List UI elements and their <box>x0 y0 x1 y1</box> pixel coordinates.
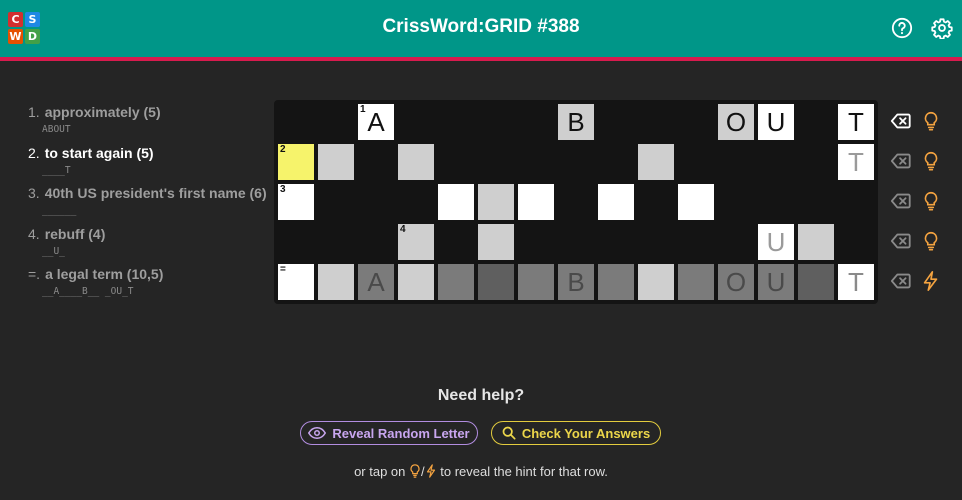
cell-letter: T <box>848 106 864 137</box>
grid-cell[interactable]: = <box>278 264 314 300</box>
help-footer: or tap on / to reveal the hint for that … <box>354 464 608 479</box>
cell-letter: U <box>766 106 786 137</box>
grid-cell[interactable]: B <box>558 104 594 140</box>
grid-cell[interactable]: T <box>838 104 874 140</box>
bulb-icon[interactable] <box>920 110 942 132</box>
cell-letter: T <box>848 146 864 177</box>
grid-cell[interactable] <box>598 264 634 300</box>
grid-cell[interactable]: U <box>758 104 794 140</box>
clue-pattern: ____T <box>42 164 71 176</box>
grid-cell[interactable]: 4 <box>398 224 434 260</box>
grid-cell[interactable] <box>518 184 554 220</box>
grid-cell[interactable]: O <box>718 104 754 140</box>
clue-item[interactable]: 4. rebuff (4) __U_ <box>28 226 268 267</box>
cell-letter: A <box>367 266 385 297</box>
grid-cell[interactable] <box>398 144 434 180</box>
grid-cell[interactable] <box>318 144 354 180</box>
bulb-icon[interactable] <box>920 230 942 252</box>
clue-list: 1. approximately (5) ABOUT 2. to start again… <box>28 104 268 307</box>
clue-text: a legal term (10,5) <box>45 266 164 282</box>
grid-cell[interactable] <box>438 264 474 300</box>
cell-letter: O <box>725 266 747 297</box>
clue-number: =. <box>28 266 41 282</box>
clue-item[interactable]: 3. 40th US president's first name (6) ____… <box>28 185 268 226</box>
clue-text: rebuff (4) <box>44 225 106 242</box>
header-bar: CSWD CrissWord:GRID #388 <box>0 0 962 61</box>
clear-icon[interactable] <box>890 150 912 172</box>
grid-cell[interactable]: T <box>838 144 874 180</box>
grid-cell[interactable] <box>638 264 674 300</box>
grid-cell[interactable]: U <box>758 224 794 260</box>
grid-cell[interactable] <box>598 184 634 220</box>
grid-cell[interactable]: 2 <box>278 144 314 180</box>
clue-number: 4. <box>28 225 40 242</box>
grid-cell[interactable]: 1A <box>358 104 394 140</box>
clue-text: approximately (5) <box>44 104 161 120</box>
check-answers-button[interactable]: Check Your Answers <box>491 421 661 445</box>
grid-cell[interactable]: A <box>358 264 394 300</box>
bolt-icon[interactable] <box>920 270 942 292</box>
bolt-icon <box>426 464 435 478</box>
clue-text: to start again (5) <box>44 144 154 161</box>
clue-number: 2. <box>28 144 40 161</box>
grid-cell[interactable] <box>518 264 554 300</box>
grid-cell[interactable] <box>438 184 474 220</box>
cell-number: 3 <box>280 184 286 195</box>
clear-icon[interactable] <box>890 230 912 252</box>
clue-item[interactable]: 2. to start again (5) ____T <box>28 145 268 186</box>
grid-cell[interactable] <box>478 264 514 300</box>
clear-icon[interactable] <box>890 270 912 292</box>
reveal-label: Reveal Random Letter <box>332 425 470 441</box>
cell-number: 2 <box>280 144 286 155</box>
grid-cell[interactable]: U <box>758 264 794 300</box>
grid-cell[interactable]: O <box>718 264 754 300</box>
bulb-icon <box>410 464 420 478</box>
clue-pattern: __A____B__ _OU_T <box>42 286 134 297</box>
cell-number: = <box>280 264 286 275</box>
cell-letter: A <box>367 106 385 137</box>
cell-letter: B <box>567 106 585 137</box>
cell-letter: U <box>766 226 786 257</box>
grid-cell[interactable] <box>478 184 514 220</box>
cell-letter: T <box>848 266 864 297</box>
grid-cell[interactable] <box>638 144 674 180</box>
clue-item[interactable]: 1. approximately (5) ABOUT <box>28 104 268 145</box>
crossword-grid: 1 A B O U T 2 T 3 4 U = A B O U T <box>274 100 878 304</box>
clear-icon[interactable] <box>890 110 912 132</box>
grid-cell[interactable]: T <box>838 264 874 300</box>
cell-letter: B <box>567 266 585 297</box>
clue-pattern: ABOUT <box>42 124 71 135</box>
clue-item[interactable]: =. a legal term (10,5) __A____B__ _OU_T <box>28 266 268 307</box>
cell-letter: O <box>725 106 747 137</box>
bulb-icon[interactable] <box>920 150 942 172</box>
search-icon <box>502 426 516 440</box>
clue-text: 40th US president's first name (6) <box>44 185 267 201</box>
grid-cell[interactable] <box>678 184 714 220</box>
eye-icon <box>308 427 327 439</box>
cell-number: 4 <box>400 224 406 235</box>
clue-number: 1. <box>28 104 40 120</box>
clue-pattern: __U_ <box>42 245 65 257</box>
grid-cell[interactable] <box>678 264 714 300</box>
clue-number: 3. <box>28 185 40 201</box>
clear-icon[interactable] <box>890 190 912 212</box>
grid-cell[interactable] <box>798 264 834 300</box>
reveal-random-letter-button[interactable]: Reveal Random Letter <box>300 421 478 445</box>
grid-cell[interactable] <box>398 264 434 300</box>
help-icon[interactable] <box>891 17 913 39</box>
grid-cell[interactable] <box>798 224 834 260</box>
gear-icon[interactable] <box>931 17 953 39</box>
bulb-icon[interactable] <box>920 190 942 212</box>
cell-number: 1 <box>360 104 366 115</box>
cell-letter: U <box>766 266 786 297</box>
grid-cell[interactable] <box>478 224 514 260</box>
check-label: Check Your Answers <box>521 425 651 441</box>
grid-cell[interactable] <box>318 264 354 300</box>
help-title: Need help? <box>437 387 525 404</box>
grid-cell[interactable]: B <box>558 264 594 300</box>
grid-cell[interactable]: 3 <box>278 184 314 220</box>
clue-pattern: ______ <box>42 205 77 216</box>
page-title: CrissWord:GRID #388 <box>382 16 580 37</box>
